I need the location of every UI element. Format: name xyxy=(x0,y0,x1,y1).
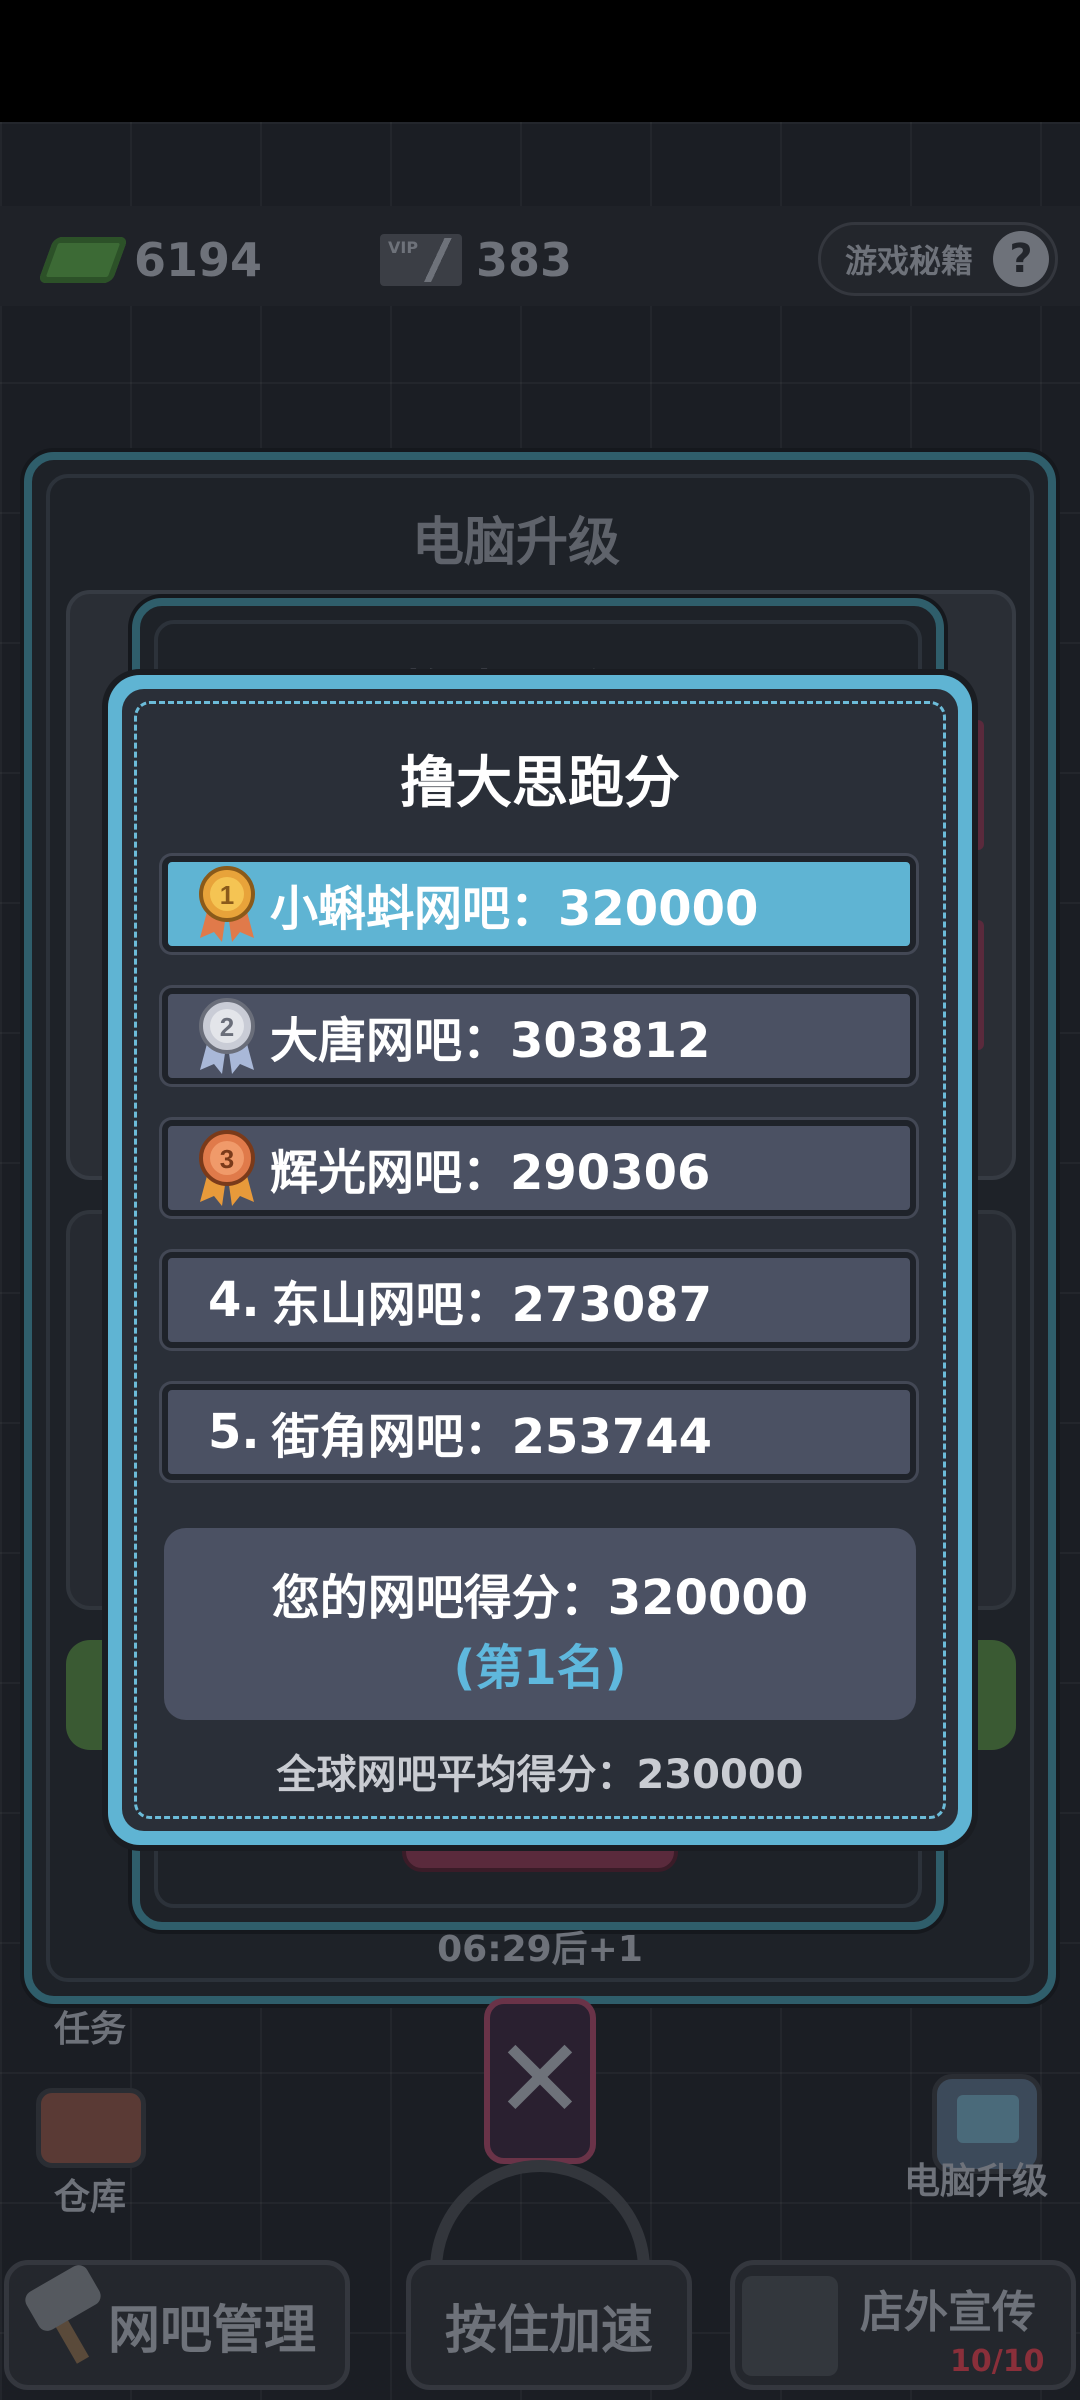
ranking-row-4: 4. 东山网吧：273087 xyxy=(162,1252,916,1348)
ranking-row-3: 3 辉光网吧：290306 xyxy=(162,1120,916,1216)
ranking-number: 4. xyxy=(208,1272,260,1328)
ranking-text: 东山网吧：273087 xyxy=(271,1277,713,1333)
vip-ticket-icon: VIP xyxy=(380,234,462,286)
ranking-text: 小蝌蚪网吧：320000 xyxy=(270,881,759,937)
shop-icon xyxy=(742,2276,838,2376)
my-score-text: 您的网吧得分：320000 xyxy=(271,1570,809,1626)
ranking-text: 辉光网吧：290306 xyxy=(270,1145,711,1201)
ranking-row-2: 2 大唐网吧：303812 xyxy=(162,988,916,1084)
vip-counter: VIP 383 xyxy=(380,225,572,295)
game-guide-label: 游戏秘籍 xyxy=(845,242,974,280)
tasks-label[interactable]: 任务 xyxy=(54,2000,126,2052)
promo-count: 10/10 xyxy=(950,2344,1045,2379)
speedup-button[interactable]: 按住加速 xyxy=(406,2260,692,2390)
energy-timer: 06:29后+1 xyxy=(437,1929,643,1970)
manage-label: 网吧管理 xyxy=(107,2300,316,2361)
cash-counter: 6194 xyxy=(37,225,263,295)
cash-value: 6194 xyxy=(134,233,263,287)
my-score-box: 您的网吧得分：320000 (第1名) xyxy=(164,1528,916,1720)
hammer-icon xyxy=(18,2261,108,2364)
status-bar xyxy=(0,0,1080,122)
popup-title: 撸大思跑分 xyxy=(400,751,680,816)
question-icon: ? xyxy=(993,231,1049,287)
global-average-text: 全球网吧平均得分：230000 xyxy=(276,1752,804,1798)
vip-label: VIP xyxy=(388,238,419,257)
medal-rank-3: 3 xyxy=(220,1144,234,1174)
promo-label: 店外宣传 xyxy=(860,2287,1036,2338)
ranking-row-5: 5. 街角网吧：253744 xyxy=(162,1384,916,1480)
game-guide-button[interactable]: 游戏秘籍 ? xyxy=(818,222,1058,296)
pc-upgrade-label[interactable]: 电脑升级 xyxy=(904,2152,1048,2204)
speedup-label: 按住加速 xyxy=(444,2300,653,2361)
ranking-number: 5. xyxy=(208,1404,260,1460)
warehouse-chest-icon[interactable] xyxy=(36,2088,146,2168)
medal-rank-2: 2 xyxy=(220,1012,234,1042)
warehouse-label[interactable]: 仓库 xyxy=(54,2168,126,2220)
gold-medal-icon: 1 xyxy=(192,864,262,944)
vip-value: 383 xyxy=(476,233,573,287)
ranking-text: 大唐网吧：303812 xyxy=(270,1013,711,1069)
silver-medal-icon: 2 xyxy=(192,996,262,1076)
close-icon[interactable]: ✕ xyxy=(484,1998,596,2164)
my-rank-text: (第1名) xyxy=(453,1640,627,1696)
ranking-text: 街角网吧：253744 xyxy=(271,1409,713,1465)
pc-upgrade-title: 电脑升级 xyxy=(411,513,620,573)
ranking-row-1: 1 小蝌蚪网吧：320000 xyxy=(162,856,916,952)
medal-rank-1: 1 xyxy=(220,880,234,910)
cash-icon xyxy=(37,237,129,283)
bronze-medal-icon: 3 xyxy=(192,1128,262,1208)
